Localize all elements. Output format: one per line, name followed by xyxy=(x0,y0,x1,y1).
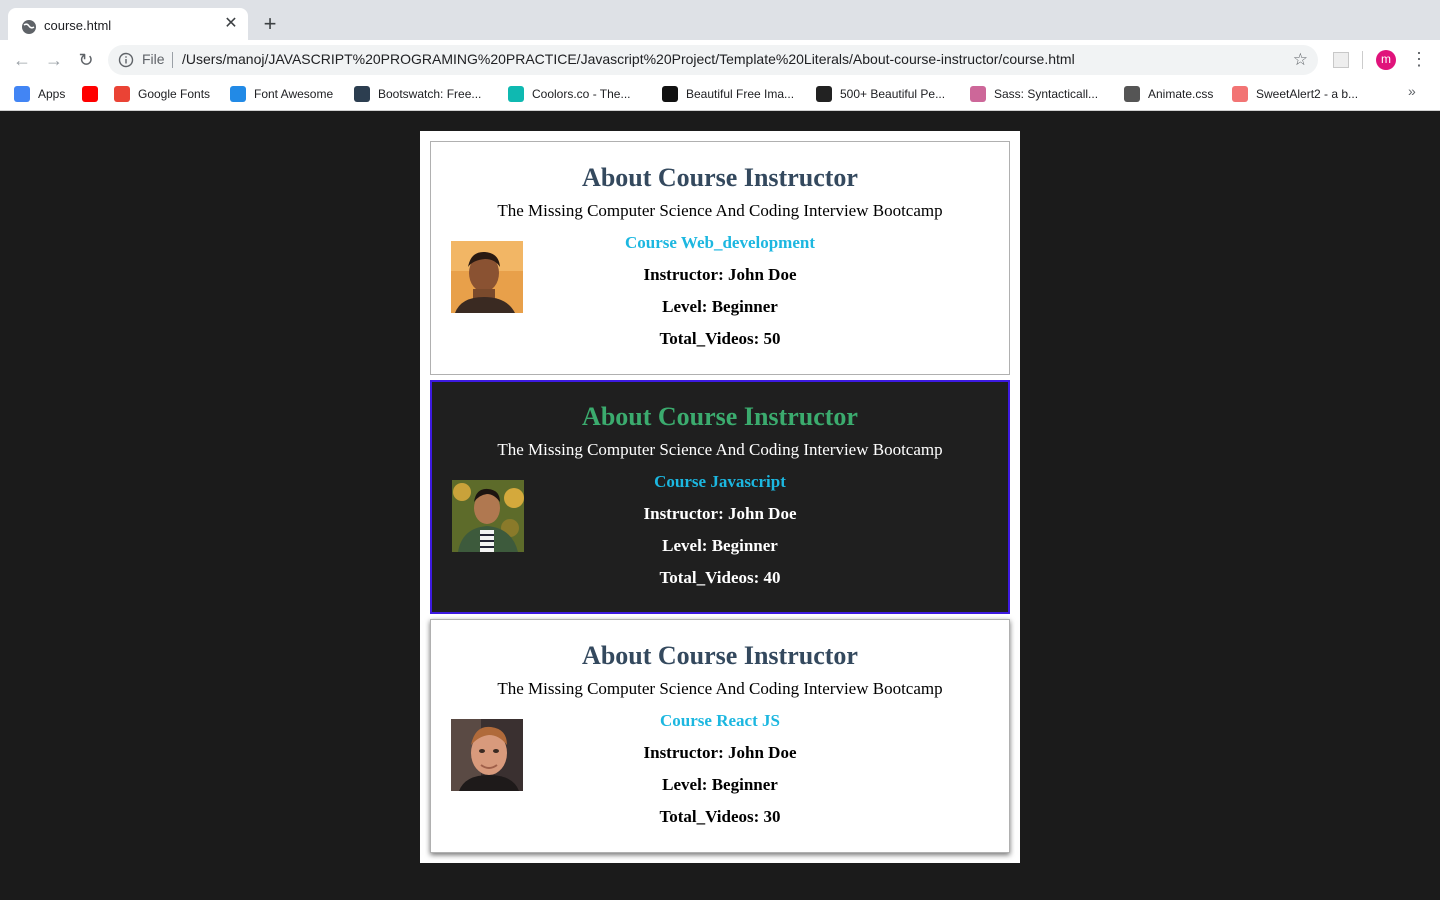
instructor-name: Instructor: John Doe xyxy=(643,265,797,284)
forward-arrow-icon[interactable]: → xyxy=(42,48,66,72)
page-container: About Course Instructor The Missing Comp… xyxy=(420,131,1020,863)
scheme-label: File xyxy=(142,51,165,67)
bookmark-item[interactable]: Animate.css xyxy=(1124,83,1213,105)
back-arrow-icon[interactable]: ← xyxy=(10,48,34,72)
reload-icon[interactable]: ↻ xyxy=(74,48,98,72)
bookmark-item[interactable]: Font Awesome xyxy=(230,83,333,105)
bookmark-item[interactable]: Apps xyxy=(14,83,65,105)
bookmark-item[interactable]: Google Fonts xyxy=(114,83,210,105)
bookmark-label: Bootswatch: Free... xyxy=(378,87,482,101)
card-heading: About Course Instructor xyxy=(582,641,858,670)
total-videos: Total_Videos: 30 xyxy=(659,807,781,826)
bookmark-label: Coolors.co - The... xyxy=(532,87,631,101)
bookmark-label: Sass: Syntacticall... xyxy=(994,87,1099,101)
unsplash-icon xyxy=(662,86,678,102)
globe-icon xyxy=(1124,86,1140,102)
browser-toolbar: ← → ↻ File /Users/manoj/JAVASCRIPT%20PRO… xyxy=(0,40,1440,80)
bookmark-label: 500+ Beautiful Pe... xyxy=(840,87,946,101)
toolbar-divider xyxy=(1362,51,1363,69)
total-videos: Total_Videos: 50 xyxy=(659,329,781,348)
bookmark-item[interactable]: Beautiful Free Ima... xyxy=(662,83,794,105)
sass-icon xyxy=(970,86,986,102)
bookmark-item[interactable]: 500+ Beautiful Pe... xyxy=(816,83,945,105)
bookmark-item[interactable] xyxy=(82,83,106,105)
instructor-name: Instructor: John Doe xyxy=(643,743,797,762)
card-subtitle: The Missing Computer Science And Coding … xyxy=(497,440,943,459)
course-name: Course Javascript xyxy=(654,472,786,491)
address-bar[interactable]: File /Users/manoj/JAVASCRIPT%20PROGRAMIN… xyxy=(108,45,1318,75)
card-subtitle: The Missing Computer Science And Coding … xyxy=(497,679,943,698)
bookmark-star-icon[interactable]: ☆ xyxy=(1293,50,1308,70)
coolors-icon xyxy=(508,86,524,102)
course-level: Level: Beginner xyxy=(662,775,778,794)
bookmark-item[interactable]: Coolors.co - The... xyxy=(508,83,630,105)
course-level: Level: Beginner xyxy=(662,297,778,316)
kebab-menu-icon[interactable]: ⋮ xyxy=(1410,48,1428,72)
bookmark-label: Animate.css xyxy=(1148,87,1214,101)
course-card: About Course Instructor The Missing Comp… xyxy=(430,380,1010,614)
course-card: About Course Instructor The Missing Comp… xyxy=(430,141,1010,375)
new-tab-button[interactable]: + xyxy=(258,13,282,37)
bootswatch-icon xyxy=(354,86,370,102)
tab-title: course.html xyxy=(44,18,112,33)
card-subtitle: The Missing Computer Science And Coding … xyxy=(497,201,943,220)
bookmark-item[interactable]: Sass: Syntacticall... xyxy=(970,83,1098,105)
google-fonts-icon xyxy=(114,86,130,102)
bookmark-label: Beautiful Free Ima... xyxy=(686,87,795,101)
total-videos: Total_Videos: 40 xyxy=(659,568,781,587)
info-icon[interactable] xyxy=(118,52,134,68)
globe-icon xyxy=(22,20,36,34)
extension-icon[interactable] xyxy=(1333,52,1349,68)
bookmark-label: Google Fonts xyxy=(138,87,211,101)
course-name: Course React JS xyxy=(660,711,780,730)
course-card: About Course Instructor The Missing Comp… xyxy=(430,619,1010,853)
bookmarks-overflow-icon[interactable]: » xyxy=(1408,83,1416,99)
card-heading: About Course Instructor xyxy=(582,163,858,192)
camera-icon xyxy=(816,86,832,102)
bookmark-item[interactable]: SweetAlert2 - a b... xyxy=(1232,83,1358,105)
course-level: Level: Beginner xyxy=(662,536,778,555)
profile-avatar[interactable]: m xyxy=(1376,50,1396,70)
bookmark-item[interactable]: Bootswatch: Free... xyxy=(354,83,481,105)
bookmark-label: Apps xyxy=(38,87,66,101)
url-text[interactable]: /Users/manoj/JAVASCRIPT%20PROGRAMING%20P… xyxy=(182,51,1075,67)
omnibox-divider xyxy=(172,52,173,68)
bookmark-label: SweetAlert2 - a b... xyxy=(1256,87,1359,101)
course-name: Course Web_development xyxy=(625,233,815,252)
card-heading: About Course Instructor xyxy=(582,402,858,431)
sweetalert-icon xyxy=(1232,86,1248,102)
apps-grid-icon xyxy=(14,86,30,102)
font-awesome-icon xyxy=(230,86,246,102)
close-tab-icon[interactable]: ✕ xyxy=(222,15,240,33)
instructor-name: Instructor: John Doe xyxy=(643,504,797,523)
youtube-icon xyxy=(82,86,98,102)
bookmark-label: Font Awesome xyxy=(254,87,334,101)
